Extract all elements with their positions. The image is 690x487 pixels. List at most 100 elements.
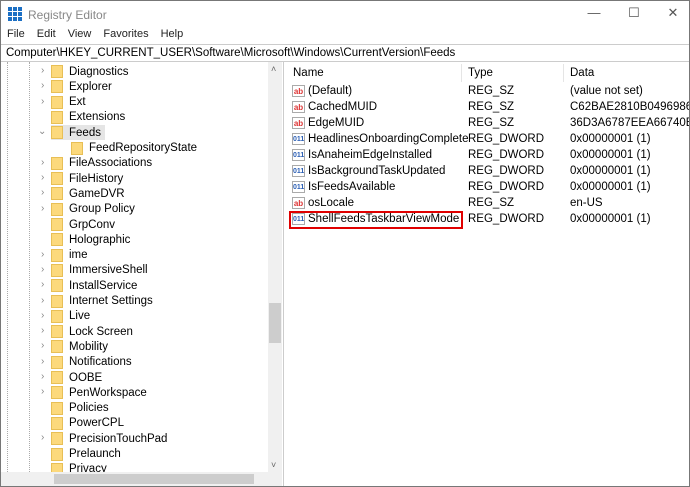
value-row[interactable]: 011 IsBackgroundTaskUpdated REG_DWORD 0x000… bbox=[287, 164, 689, 180]
tree-item[interactable]: Explorer bbox=[51, 79, 112, 94]
tree-item-label: GrpConv bbox=[69, 218, 116, 231]
tree-item[interactable]: Extensions bbox=[51, 110, 125, 125]
value-row[interactable]: ab osLocale REG_SZ en-US bbox=[287, 196, 689, 212]
tree-item[interactable]: Mobility bbox=[51, 339, 108, 354]
scroll-up-icon[interactable]: ˄ bbox=[271, 64, 276, 74]
tree-item[interactable]: PrecisionTouchPad bbox=[51, 431, 167, 446]
value-data: (value not set) bbox=[570, 85, 643, 97]
values-pane: Name Type Data ab (Default) REG_SZ (value n… bbox=[287, 62, 689, 486]
menu-favorites[interactable]: Favorites bbox=[97, 28, 154, 44]
value-row[interactable]: ab (Default) REG_SZ (value not set) bbox=[287, 84, 689, 100]
expand-arrow-icon[interactable]: › bbox=[41, 310, 49, 321]
tree-item[interactable]: GameDVR bbox=[51, 186, 125, 201]
tree-item[interactable]: Policies bbox=[51, 401, 109, 416]
tree-item[interactable]: Notifications bbox=[51, 355, 132, 370]
value-row[interactable]: 011 IsFeedsAvailable REG_DWORD 0x00000001 (… bbox=[287, 180, 689, 196]
expand-arrow-icon[interactable]: › bbox=[41, 432, 49, 443]
menu-file[interactable]: File bbox=[1, 28, 31, 44]
value-row[interactable]: abEdgeMUID REG_SZ 36D3A6787EEA66740E04B6D bbox=[287, 116, 689, 132]
close-button[interactable]: ✕ bbox=[663, 5, 683, 21]
column-header-data[interactable]: Data bbox=[564, 64, 689, 82]
tree-item[interactable]: PowerCPL bbox=[51, 416, 124, 431]
tree-item[interactable]: FileAssociations bbox=[51, 156, 152, 171]
tree-item[interactable]: OOBE bbox=[51, 370, 102, 385]
tree-pane: › Diagnostics › Explorer › Ext Extensions ⌄ Feed… bbox=[1, 62, 284, 486]
minimize-button[interactable]: — bbox=[584, 5, 604, 20]
expand-arrow-icon[interactable]: › bbox=[41, 264, 49, 275]
string-value-icon: ab bbox=[292, 85, 305, 97]
tree-item[interactable]: Ext bbox=[51, 95, 86, 110]
expand-arrow-icon[interactable]: › bbox=[41, 203, 49, 214]
tree-item[interactable]: FileHistory bbox=[51, 171, 123, 186]
menu-view[interactable]: View bbox=[62, 28, 98, 44]
folder-icon bbox=[51, 156, 63, 170]
menu-help[interactable]: Help bbox=[155, 28, 190, 44]
value-data: 0x00000001 (1) bbox=[570, 133, 651, 145]
string-value-icon: ab bbox=[292, 197, 305, 209]
tree-item[interactable]: Feeds bbox=[51, 125, 105, 141]
expand-arrow-icon[interactable]: › bbox=[41, 356, 49, 367]
expand-arrow-icon[interactable]: › bbox=[41, 172, 49, 183]
expand-arrow-icon[interactable]: › bbox=[41, 65, 49, 76]
tree-item-label: GameDVR bbox=[69, 187, 125, 200]
value-row[interactable]: abCachedMUID REG_SZ C62BAE2810B0496986B7FB… bbox=[287, 100, 689, 116]
vertical-scrollbar[interactable]: ˄ ˅ bbox=[268, 62, 282, 472]
expand-arrow-icon[interactable]: › bbox=[41, 187, 49, 198]
tree-item[interactable]: Diagnostics bbox=[51, 64, 128, 79]
tree-item[interactable]: Holographic bbox=[51, 232, 130, 247]
scroll-thumb[interactable] bbox=[269, 303, 281, 343]
expand-arrow-icon[interactable]: › bbox=[41, 386, 49, 397]
maximize-button[interactable]: ☐ bbox=[624, 5, 644, 21]
scroll-thumb[interactable] bbox=[54, 474, 254, 484]
value-row[interactable]: 011 HeadlinesOnboardingComplete REG_DWORD 0… bbox=[287, 132, 689, 148]
expand-arrow-icon[interactable]: › bbox=[41, 249, 49, 260]
expand-arrow-icon[interactable]: › bbox=[41, 279, 49, 290]
folder-icon bbox=[51, 218, 63, 231]
expand-arrow-icon[interactable]: › bbox=[41, 325, 49, 336]
expand-arrow-icon[interactable]: › bbox=[41, 295, 49, 306]
value-name: CachedMUID bbox=[308, 101, 378, 113]
tree-item[interactable]: GrpConv bbox=[51, 217, 115, 232]
expand-arrow-icon[interactable]: › bbox=[41, 340, 49, 351]
value-name: IsAnaheimEdgeInstalled bbox=[308, 149, 433, 161]
expand-arrow-icon[interactable]: › bbox=[41, 157, 49, 168]
tree-item[interactable]: Group Policy bbox=[51, 202, 135, 217]
expand-arrow-icon[interactable]: › bbox=[41, 96, 49, 107]
collapse-arrow-icon[interactable]: ⌄ bbox=[38, 126, 46, 137]
menu-bar: File Edit View Favorites Help bbox=[1, 28, 189, 44]
tree-item[interactable]: Live bbox=[51, 309, 90, 324]
dword-value-icon: 011 bbox=[292, 149, 305, 161]
tree-item[interactable]: Prelaunch bbox=[51, 447, 121, 462]
tree-item[interactable]: Internet Settings bbox=[51, 294, 153, 309]
expand-arrow-icon[interactable]: › bbox=[41, 80, 49, 91]
tree-item[interactable]: PenWorkspace bbox=[51, 385, 147, 400]
value-type: REG_DWORD bbox=[468, 165, 545, 177]
folder-icon bbox=[51, 233, 63, 247]
tree-item[interactable]: ime bbox=[51, 248, 88, 263]
value-type: REG_DWORD bbox=[468, 181, 545, 193]
tree-item[interactable]: FeedRepositoryState bbox=[71, 141, 197, 156]
value-type: REG_DWORD bbox=[468, 133, 545, 145]
tree-item-label: Prelaunch bbox=[69, 448, 121, 460]
value-row[interactable]: 011 IsAnaheimEdgeInstalled REG_DWORD 0x0000… bbox=[287, 148, 689, 164]
tree-item-label: OOBE bbox=[69, 371, 103, 384]
column-header-type[interactable]: Type bbox=[462, 64, 564, 82]
column-header-name[interactable]: Name bbox=[287, 64, 462, 82]
tree-item-label: Group Policy bbox=[69, 203, 135, 216]
tree-item[interactable]: ImmersiveShell bbox=[51, 263, 148, 278]
value-name: IsBackgroundTaskUpdated bbox=[308, 165, 446, 177]
expand-arrow-icon[interactable]: › bbox=[41, 371, 49, 382]
value-type: REG_SZ bbox=[468, 197, 515, 209]
tree-item[interactable]: InstallService bbox=[51, 278, 137, 293]
scroll-down-icon[interactable]: ˅ bbox=[271, 460, 276, 470]
address-bar[interactable]: Computer\HKEY_CURRENT_USER\Software\Micr… bbox=[1, 44, 689, 62]
highlight-box bbox=[289, 211, 463, 229]
horizontal-scrollbar[interactable] bbox=[1, 472, 282, 486]
folder-icon bbox=[51, 340, 63, 354]
menu-edit[interactable]: Edit bbox=[31, 28, 62, 44]
value-name: IsFeedsAvailable bbox=[308, 181, 396, 193]
tree-item[interactable]: Lock Screen bbox=[51, 324, 133, 339]
tree-item-label: Live bbox=[69, 310, 91, 323]
dword-value-icon: 011 bbox=[292, 181, 305, 193]
folder-icon bbox=[51, 202, 63, 216]
